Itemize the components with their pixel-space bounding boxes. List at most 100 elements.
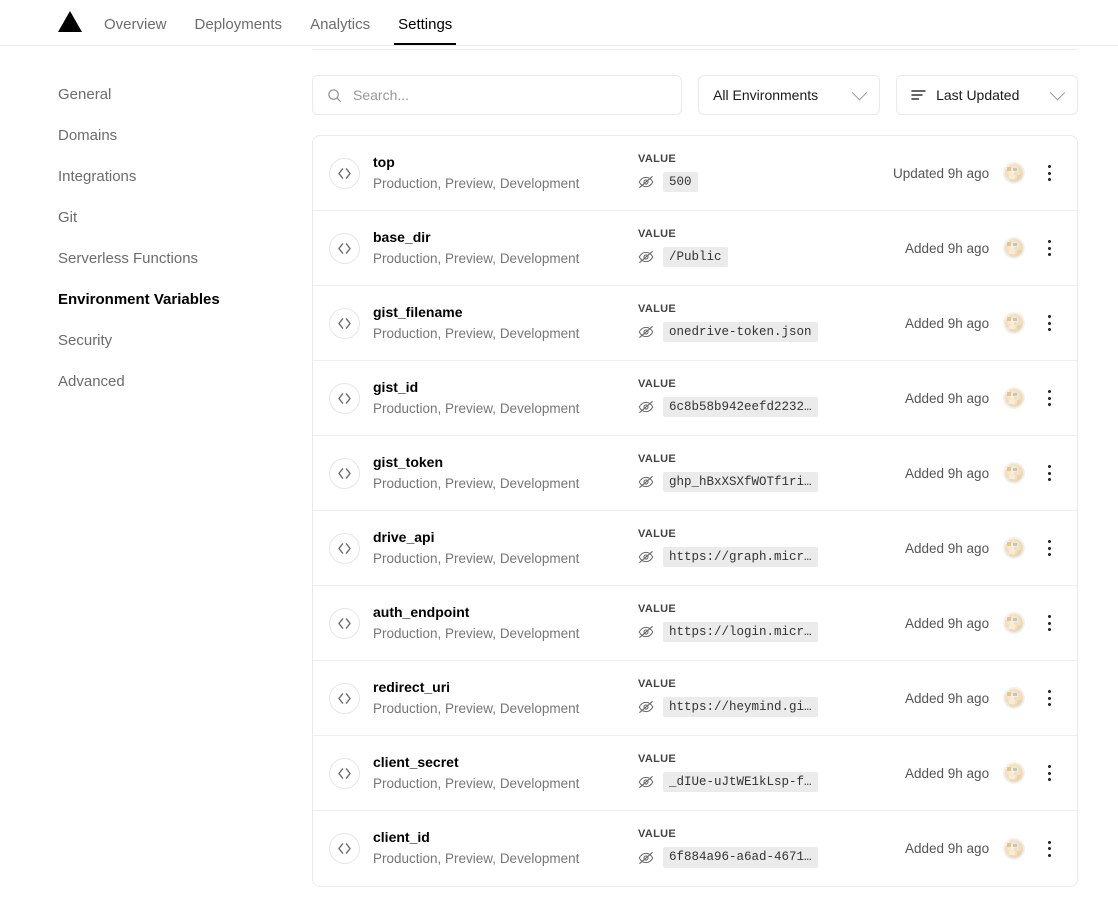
eye-off-icon[interactable]	[638, 550, 654, 564]
variable-value-column: VALUE 500	[638, 153, 893, 193]
table-row[interactable]: drive_api Production, Preview, Developme…	[313, 511, 1078, 586]
row-meta-column: Added 9h ago	[893, 385, 1059, 411]
eye-off-icon[interactable]	[638, 475, 654, 489]
row-timestamp: Added 9h ago	[905, 841, 990, 856]
kebab-menu-icon[interactable]	[1039, 760, 1059, 786]
user-avatar[interactable]	[1003, 687, 1026, 709]
variable-name: top	[373, 153, 395, 170]
value-column-header: VALUE	[638, 377, 676, 390]
kebab-menu-icon[interactable]	[1039, 610, 1059, 636]
eye-off-icon[interactable]	[638, 625, 654, 639]
value-column-header: VALUE	[638, 527, 676, 540]
nav-item-settings[interactable]: Settings	[384, 17, 466, 45]
sidebar-item-general[interactable]: General	[58, 74, 312, 115]
chevron-down-icon	[851, 84, 868, 100]
row-meta-column: Added 9h ago	[893, 235, 1059, 261]
variable-value: _dIUe-uJtWE1kLsp-f…	[663, 771, 818, 793]
variable-value: /Public	[663, 246, 728, 268]
environment-filter-select[interactable]: All Environments	[698, 75, 881, 115]
user-avatar[interactable]	[1003, 762, 1026, 784]
sidebar-item-advanced[interactable]: Advanced	[58, 361, 312, 402]
variable-environments: Production, Preview, Development	[373, 625, 580, 641]
variable-value: https://heymind.gi…	[663, 696, 818, 718]
code-brackets-icon	[329, 457, 360, 489]
row-timestamp: Added 9h ago	[905, 690, 990, 706]
eye-off-icon[interactable]	[638, 325, 654, 339]
eye-off-icon[interactable]	[638, 250, 654, 264]
search-input[interactable]	[353, 87, 668, 103]
sidebar-item-security[interactable]: Security	[58, 320, 312, 361]
eye-off-icon[interactable]	[638, 400, 654, 414]
eye-off-icon[interactable]	[638, 775, 654, 789]
variable-name: gist_id	[373, 378, 419, 395]
kebab-menu-icon[interactable]	[1039, 460, 1059, 486]
table-row[interactable]: top Production, Preview, Development VAL…	[313, 136, 1078, 211]
user-avatar[interactable]	[1003, 237, 1026, 259]
nav-item-analytics[interactable]: Analytics	[296, 17, 384, 45]
variable-value-column: VALUE https://heymind.gi…	[638, 678, 893, 718]
value-line: 6f884a96-a6ad-4671…	[638, 847, 893, 868]
table-row[interactable]: auth_endpoint Production, Preview, Devel…	[313, 586, 1078, 661]
nav-item-deployments[interactable]: Deployments	[181, 17, 297, 45]
kebab-menu-icon[interactable]	[1039, 836, 1059, 862]
user-avatar[interactable]	[1003, 312, 1026, 334]
value-line: 6c8b58b942eefd2232…	[638, 396, 893, 418]
variable-name-column: gist_filename Production, Preview, Devel…	[373, 303, 638, 343]
eye-off-icon[interactable]	[638, 700, 654, 714]
value-line: /Public	[638, 246, 893, 268]
table-row[interactable]: redirect_uri Production, Preview, Develo…	[313, 661, 1078, 736]
eye-off-icon[interactable]	[638, 851, 654, 865]
variable-value-column: VALUE 6c8b58b942eefd2232…	[638, 377, 893, 418]
value-line: onedrive-token.json	[638, 321, 893, 343]
kebab-menu-icon[interactable]	[1039, 235, 1059, 261]
kebab-menu-icon[interactable]	[1039, 160, 1059, 186]
value-line: https://graph.micr…	[638, 546, 893, 568]
code-brackets-icon	[329, 307, 360, 339]
eye-off-icon[interactable]	[638, 175, 654, 189]
variable-value: 500	[663, 171, 698, 193]
table-row[interactable]: base_dir Production, Preview, Developmen…	[313, 211, 1078, 286]
table-row[interactable]: client_secret Production, Preview, Devel…	[313, 736, 1078, 811]
variable-name-column: auth_endpoint Production, Preview, Devel…	[373, 603, 638, 643]
row-meta-column: Added 9h ago	[893, 535, 1059, 561]
code-brackets-icon	[329, 232, 360, 264]
code-brackets-icon	[329, 682, 360, 714]
page-body: General Domains Integrations Git Serverl…	[0, 46, 1118, 911]
environment-filter-value: All Environments	[713, 87, 819, 103]
sidebar-item-integrations[interactable]: Integrations	[58, 156, 312, 197]
environment-variables-card: top Production, Preview, Development VAL…	[312, 135, 1079, 887]
table-row[interactable]: gist_id Production, Preview, Development…	[313, 361, 1078, 436]
sidebar-item-domains[interactable]: Domains	[58, 115, 312, 156]
user-avatar[interactable]	[1003, 162, 1026, 184]
sort-filter-select[interactable]: Last Updated	[896, 75, 1079, 115]
kebab-menu-icon[interactable]	[1039, 385, 1059, 411]
variable-name: client_id	[373, 829, 430, 846]
table-row[interactable]: gist_token Production, Preview, Developm…	[313, 436, 1078, 511]
kebab-menu-icon[interactable]	[1039, 535, 1059, 561]
environment-variables-list: top Production, Preview, Development VAL…	[313, 136, 1078, 886]
kebab-menu-icon[interactable]	[1039, 310, 1059, 336]
sidebar-item-serverless-functions[interactable]: Serverless Functions	[58, 238, 312, 279]
table-row[interactable]: client_id Production, Preview, Developme…	[313, 811, 1078, 886]
sidebar-item-environment-variables[interactable]: Environment Variables	[58, 279, 312, 320]
nav-item-overview[interactable]: Overview	[90, 17, 181, 45]
user-avatar[interactable]	[1003, 387, 1026, 409]
table-row[interactable]: gist_filename Production, Preview, Devel…	[313, 286, 1078, 361]
row-timestamp: Added 9h ago	[905, 765, 990, 781]
code-brackets-icon	[329, 532, 360, 564]
value-line: https://login.micr…	[638, 621, 893, 643]
user-avatar[interactable]	[1003, 837, 1026, 860]
triangle-logo-icon[interactable]	[58, 11, 82, 32]
row-timestamp: Added 9h ago	[905, 615, 990, 631]
variable-value-column: VALUE https://login.micr…	[638, 603, 893, 643]
kebab-menu-icon[interactable]	[1039, 685, 1059, 711]
variable-name-column: base_dir Production, Preview, Developmen…	[373, 228, 638, 268]
value-column-header: VALUE	[638, 828, 676, 841]
search-field[interactable]	[312, 75, 683, 115]
sidebar-item-git[interactable]: Git	[58, 197, 312, 238]
content-divider	[312, 49, 1079, 50]
variable-value: 6f884a96-a6ad-4671…	[663, 847, 818, 868]
user-avatar[interactable]	[1003, 612, 1026, 634]
user-avatar[interactable]	[1003, 537, 1026, 559]
user-avatar[interactable]	[1003, 462, 1026, 484]
